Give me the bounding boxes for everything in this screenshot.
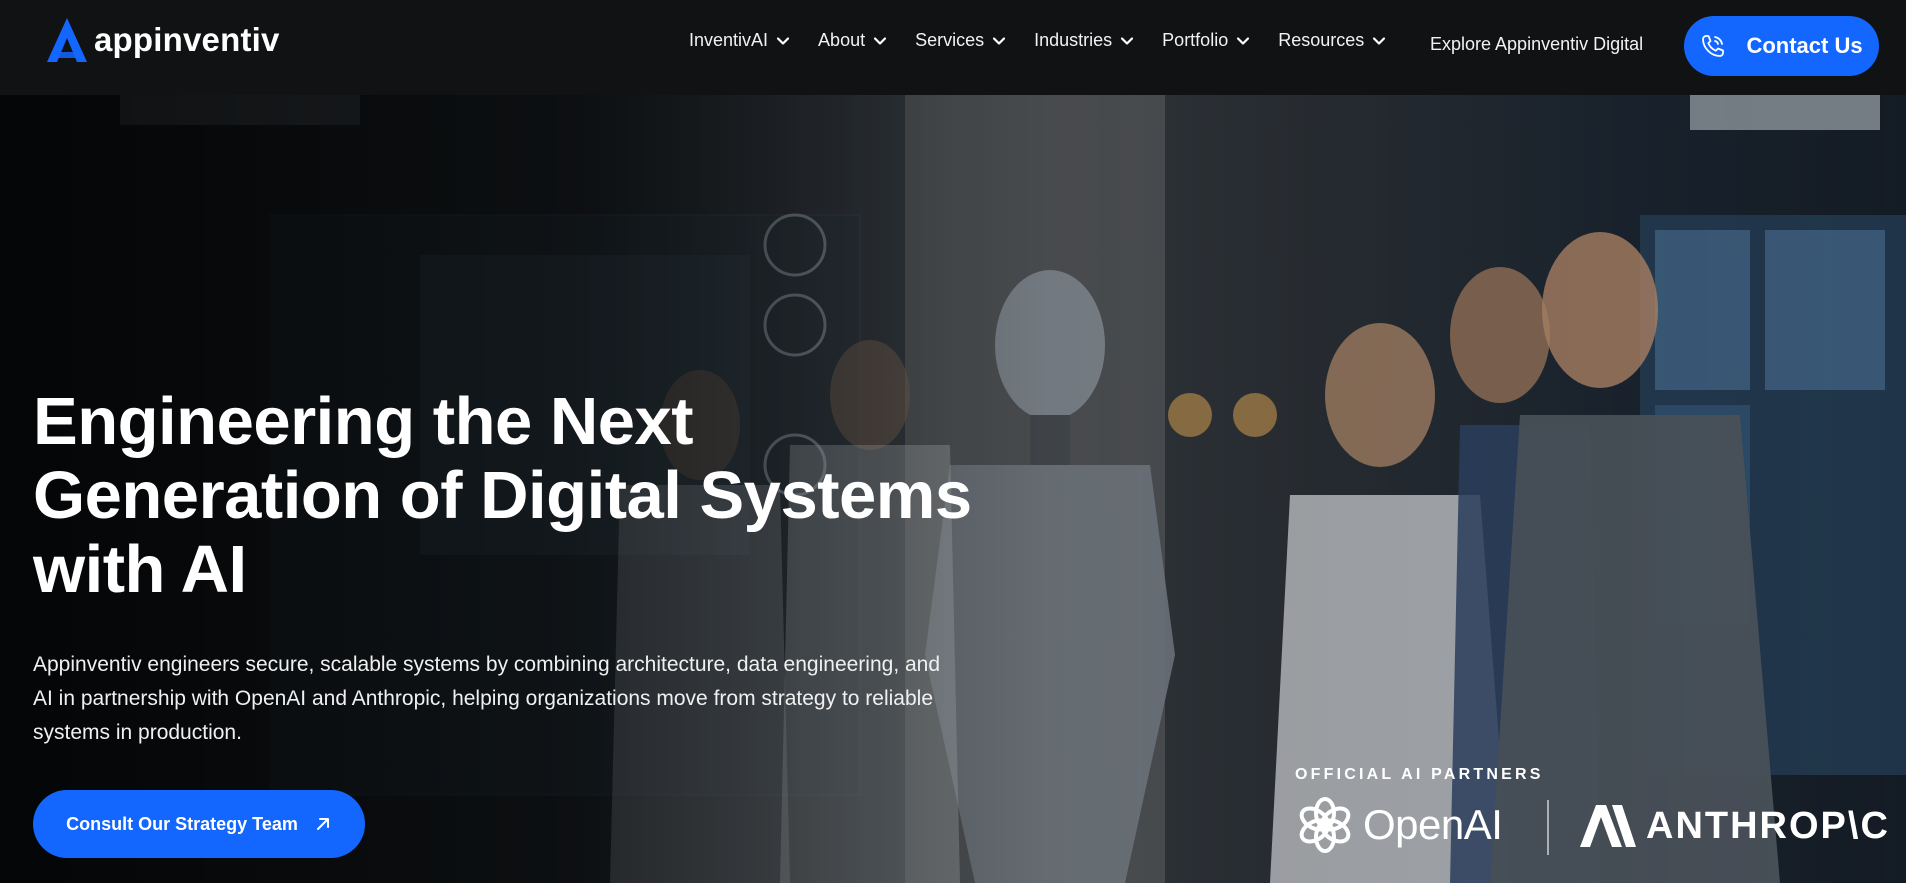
openai-logo-icon (1299, 797, 1351, 853)
partners-label: OFFICIAL AI PARTNERS (1295, 766, 1544, 783)
chevron-down-icon (873, 36, 887, 45)
main-nav: InventivAI About Services Industries Por… (689, 30, 1414, 51)
consult-strategy-team-button[interactable]: Consult Our Strategy Team (33, 790, 365, 858)
anthropic-name: ANTHROP\C (1646, 804, 1890, 847)
brand-name: appinventiv (94, 21, 280, 58)
chevron-down-icon (1373, 36, 1386, 45)
nav-item-about[interactable]: About (818, 30, 888, 51)
cta-label: Consult Our Strategy Team (66, 813, 298, 834)
openai-name: OpenAI (1363, 801, 1503, 848)
chevron-down-icon (993, 36, 1006, 45)
appinventiv-logo-icon (47, 18, 87, 62)
chevron-down-icon (776, 36, 790, 45)
appinventiv-logo[interactable]: appinventiv (42, 16, 280, 64)
nav-item-label: Industries (1034, 30, 1113, 50)
phone-icon (1702, 35, 1725, 57)
contact-us-label: Contact Us (1746, 33, 1863, 58)
arrow-up-right-icon (316, 818, 329, 830)
explore-digital-link[interactable]: Explore Appinventiv Digital (1430, 34, 1643, 55)
openai-partner-logo: OpenAI (1295, 795, 1503, 855)
nav-item-label: About (818, 30, 866, 50)
nav-item-resources[interactable]: Resources (1278, 30, 1387, 51)
nav-item-label: Services (915, 30, 985, 50)
nav-item-industries[interactable]: Industries (1034, 30, 1135, 51)
hero-section: Engineering the Next Generation of Digit… (0, 95, 1906, 883)
contact-us-button[interactable]: Contact Us (1684, 16, 1879, 76)
nav-item-label: Resources (1278, 30, 1365, 50)
nav-item-inventivai[interactable]: InventivAI (689, 30, 791, 51)
hero-title: Engineering the Next Generation of Digit… (33, 384, 972, 607)
partner-divider (1547, 800, 1549, 855)
anthropic-logo-icon (1580, 805, 1636, 847)
hero-description: Appinventiv engineers secure, scalable s… (33, 653, 941, 744)
top-navbar: appinventiv InventivAI About Services In… (0, 0, 1906, 95)
chevron-down-icon (1237, 36, 1250, 45)
nav-item-services[interactable]: Services (915, 30, 1007, 51)
anthropic-partner-logo: ANTHROP\C (1578, 803, 1890, 849)
nav-item-label: InventivAI (689, 30, 769, 50)
nav-item-label: Portfolio (1162, 30, 1229, 50)
chevron-down-icon (1121, 36, 1134, 45)
nav-item-portfolio[interactable]: Portfolio (1162, 30, 1251, 51)
